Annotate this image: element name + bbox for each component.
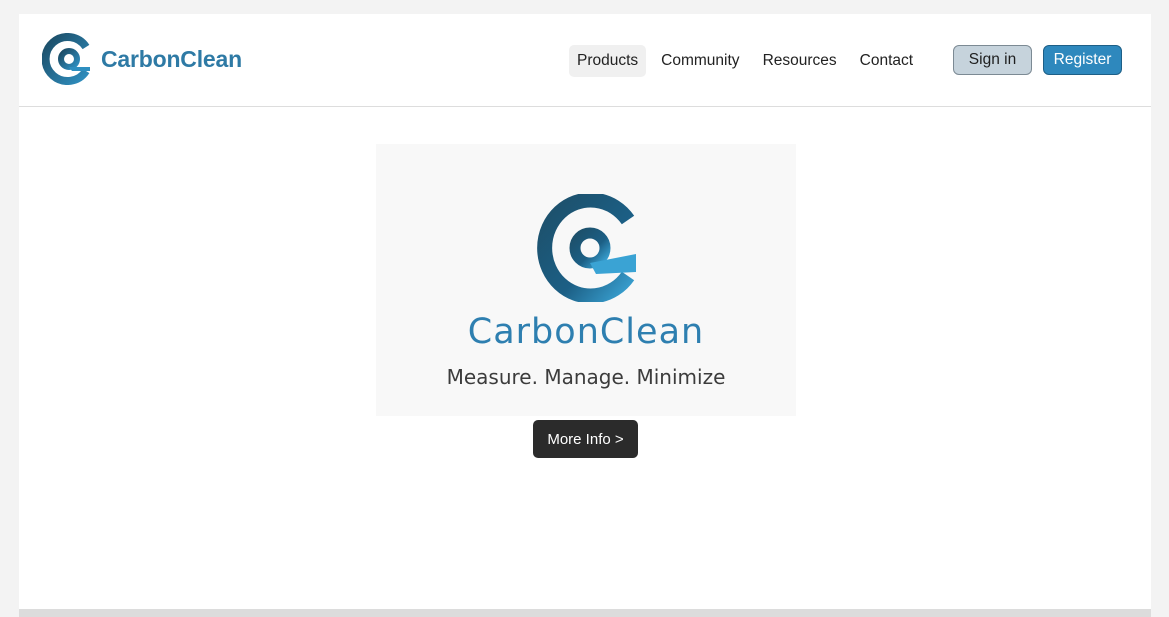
nav-item-community[interactable]: Community [653, 45, 747, 77]
register-button[interactable]: Register [1043, 45, 1122, 75]
brand-name: CarbonClean [101, 45, 242, 72]
header-logo[interactable]: CarbonClean [42, 33, 242, 85]
nav-item-contact[interactable]: Contact [852, 45, 921, 77]
carbonclean-logo-icon [42, 33, 94, 85]
page-container: CarbonClean Products Community Resources… [19, 14, 1151, 617]
nav-item-products[interactable]: Products [569, 45, 647, 77]
hero-title: CarbonClean [467, 312, 705, 352]
site-header: CarbonClean Products Community Resources… [19, 14, 1151, 107]
nav-item-resources[interactable]: Resources [755, 45, 845, 77]
main-nav: Products Community Resources Contact [569, 45, 928, 77]
hero-banner: CarbonClean Measure. Manage. Minimize [376, 144, 796, 416]
more-info-button[interactable]: More Info > [533, 420, 638, 458]
sign-in-button[interactable]: Sign in [953, 45, 1032, 75]
hero-logo-icon [536, 192, 640, 307]
footer-strip [19, 609, 1151, 617]
hero-tagline: Measure. Manage. Minimize [446, 365, 726, 389]
